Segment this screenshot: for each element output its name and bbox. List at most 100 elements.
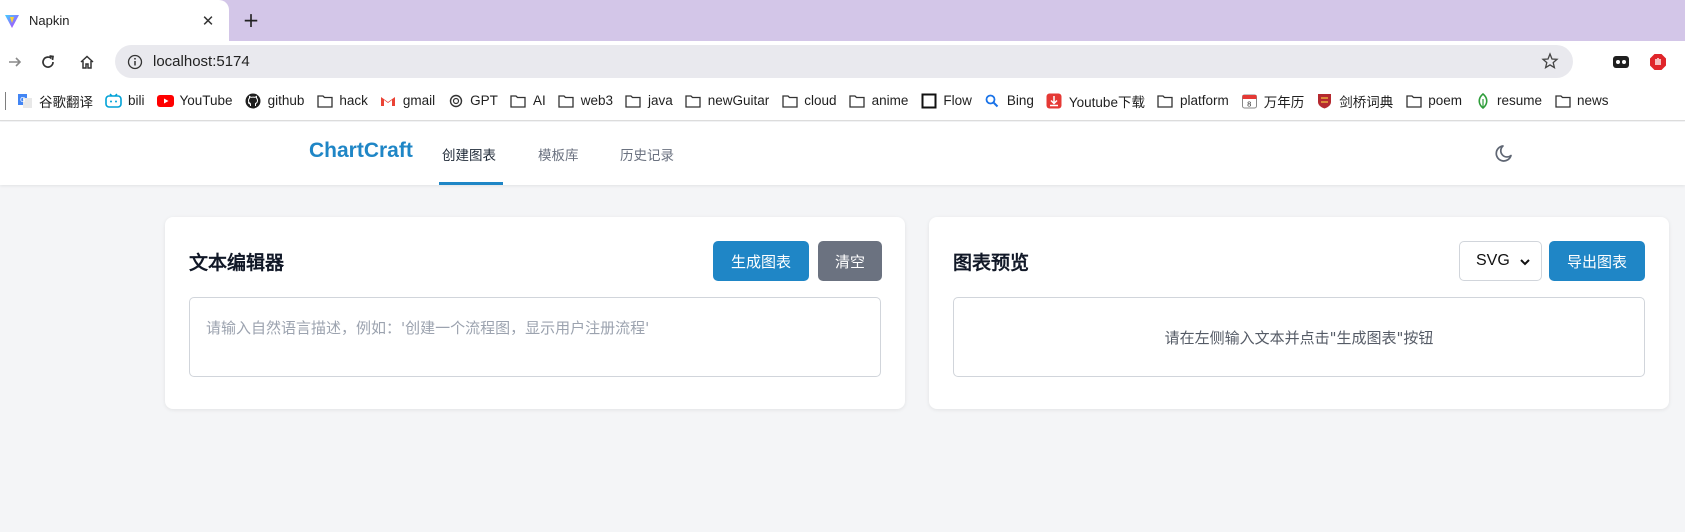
bookmark-item[interactable]: AI (510, 93, 546, 109)
dark-mode-moon-icon[interactable] (1494, 142, 1516, 164)
bookmark-item[interactable]: poem (1405, 93, 1462, 109)
github-icon (245, 93, 262, 109)
bookmark-item[interactable]: resume (1474, 92, 1543, 109)
chevron-down-icon (1519, 255, 1531, 267)
bookmark-star-icon[interactable] (1541, 52, 1559, 70)
bookmark-label: Youtube下载 (1068, 94, 1145, 110)
bookmarks-divider (5, 91, 6, 110)
bookmark-label: cloud (804, 93, 837, 108)
text-editor-card: 文本编辑器 生成图表 清空 请输入自然语言描述，例如：'创建一个流程图，显示用户… (165, 217, 905, 409)
chart-preview-card: 图表预览 SVG 导出图表 请在左侧输入文本并点击"生成图表"按钮 (929, 217, 1669, 409)
google-translate-icon: G (16, 93, 33, 109)
bookmark-item[interactable]: G 谷歌翻译 (16, 91, 93, 111)
export-chart-button[interactable]: 导出图表 (1549, 241, 1645, 281)
bookmark-label: web3 (580, 93, 613, 108)
active-nav-indicator (439, 182, 503, 185)
bookmark-label: 谷歌翻译 (39, 94, 93, 110)
vite-favicon-icon (4, 13, 20, 29)
description-textarea[interactable]: 请输入自然语言描述，例如：'创建一个流程图，显示用户注册流程' (189, 297, 881, 377)
bookmark-item[interactable]: 剑桥词典 (1316, 91, 1393, 111)
nav-create-chart[interactable]: 创建图表 (442, 144, 496, 164)
folder-icon (316, 93, 333, 109)
bookmark-item[interactable]: GPT (447, 93, 498, 109)
folder-icon (1157, 93, 1174, 109)
bookmark-label: newGuitar (707, 93, 770, 108)
site-info-icon[interactable] (125, 52, 145, 72)
bookmarks-bar: G 谷歌翻译 bili YouTube github hack gmail GPT AI web3… (0, 81, 1685, 121)
preview-title: 图表预览 (953, 252, 1030, 274)
bookmark-item[interactable]: Bing (984, 93, 1034, 109)
bookmark-item[interactable]: news (1554, 93, 1609, 109)
square-icon (920, 93, 937, 109)
bookmark-label: Bing (1006, 93, 1034, 108)
bookmark-label: github (267, 93, 305, 108)
clear-button[interactable]: 清空 (818, 241, 882, 281)
bookmark-label: 万年历 (1263, 94, 1305, 110)
leaf-icon (1474, 92, 1491, 109)
bookmark-item[interactable]: 8 万年历 (1241, 91, 1305, 111)
bilibili-icon (105, 93, 122, 109)
bookmark-item[interactable]: gmail (380, 93, 435, 109)
bookmark-label: hack (339, 93, 368, 108)
folder-icon (1554, 93, 1571, 109)
export-format-select[interactable]: SVG (1459, 241, 1542, 281)
bookmark-label: GPT (470, 93, 498, 108)
browser-toolbar: localhost:5174 (0, 41, 1685, 81)
bookmark-label: java (647, 93, 673, 108)
bookmark-item[interactable]: java (625, 93, 673, 109)
bookmark-label: gmail (402, 93, 436, 108)
nav-template-library[interactable]: 模板库 (538, 144, 579, 164)
tab-title: Napkin (29, 13, 70, 28)
browser-tab-strip: Napkin ✕ + (0, 0, 1685, 41)
openai-icon (447, 93, 464, 109)
bookmark-item[interactable]: bili (105, 93, 145, 109)
bookmark-item[interactable]: platform (1157, 93, 1229, 109)
new-tab-icon[interactable]: + (240, 8, 262, 32)
bookmark-label: news (1577, 93, 1609, 108)
nav-history[interactable]: 历史记录 (620, 144, 674, 164)
reload-icon[interactable] (37, 51, 59, 73)
bookmark-item[interactable]: YouTube (156, 93, 233, 109)
app-header: ChartCraft 创建图表 模板库 历史记录 (0, 122, 1685, 185)
home-icon[interactable] (76, 51, 98, 73)
folder-icon (781, 93, 798, 109)
forward-icon[interactable] (4, 51, 26, 73)
svg-text:8: 8 (1247, 100, 1251, 108)
chart-preview-area: 请在左侧输入文本并点击"生成图表"按钮 (953, 297, 1645, 377)
bookmark-item[interactable]: github (245, 93, 305, 109)
download-icon (1046, 93, 1063, 109)
bookmark-item[interactable]: anime (849, 93, 909, 109)
bookmark-label: Flow (943, 93, 972, 108)
bookmark-label: AI (532, 93, 546, 108)
svg-text:G: G (20, 96, 25, 104)
youtube-icon (156, 93, 174, 109)
folder-icon (625, 93, 642, 109)
bookmark-label: platform (1179, 93, 1229, 108)
brand-logo[interactable]: ChartCraft (309, 139, 413, 163)
calendar-icon: 8 (1241, 93, 1258, 109)
folder-icon (849, 93, 866, 109)
bookmark-item[interactable]: Flow (920, 93, 972, 109)
bookmark-item[interactable]: cloud (781, 93, 837, 109)
cambridge-icon (1316, 93, 1333, 109)
folder-icon (685, 93, 702, 109)
bookmark-item[interactable]: hack (316, 93, 368, 109)
address-bar[interactable]: localhost:5174 (115, 45, 1573, 78)
bookmark-label: poem (1428, 93, 1463, 108)
bookmark-item[interactable]: newGuitar (685, 93, 770, 109)
bookmark-label: anime (871, 93, 909, 108)
close-tab-icon[interactable]: ✕ (199, 12, 217, 30)
folder-icon (510, 93, 527, 109)
preview-empty-message: 请在左侧输入文本并点击"生成图表"按钮 (1164, 328, 1434, 347)
browser-tab[interactable]: Napkin ✕ (0, 0, 229, 41)
bookmark-label: resume (1497, 93, 1543, 108)
extension-icon[interactable] (1611, 52, 1631, 72)
adblock-extension-icon[interactable] (1648, 52, 1668, 72)
bookmark-label: 剑桥词典 (1339, 94, 1394, 110)
editor-title: 文本编辑器 (189, 252, 285, 274)
bookmark-item[interactable]: web3 (558, 93, 613, 109)
bookmark-item[interactable]: Youtube下载 (1046, 91, 1145, 111)
gmail-icon (380, 93, 397, 109)
export-format-value: SVG (1476, 252, 1510, 269)
generate-chart-button[interactable]: 生成图表 (713, 241, 809, 281)
